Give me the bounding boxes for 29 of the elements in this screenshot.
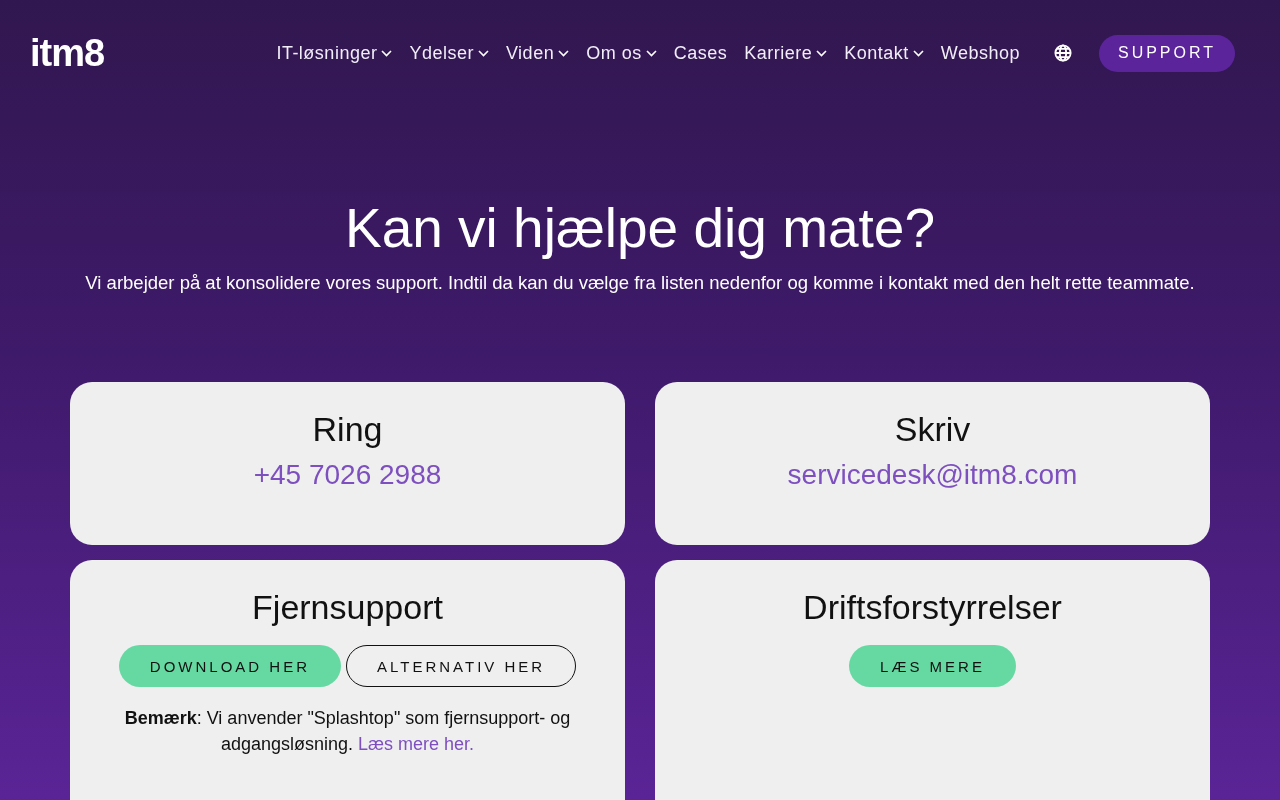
chevron-down-icon	[477, 49, 489, 57]
contact-link[interactable]: servicedesk@itm8.com	[787, 459, 1078, 491]
subtitle: Vi arbejder på at konsolidere vores support. Indtil da kan du vælge fra listen nedenfor og komme i kontakt med den helt rette teammate.	[84, 272, 1196, 294]
chevron-down-icon	[381, 49, 393, 57]
nav-link[interactable]: Ydelser	[409, 42, 489, 64]
card-title: Ring	[311, 409, 384, 450]
nav-link[interactable]: Kontakt	[844, 42, 924, 64]
chevron-down-icon	[645, 49, 657, 57]
chevron-down-icon	[816, 49, 828, 57]
card-title: Fjernsupport	[251, 587, 444, 628]
note-text: Bemærk: Vi anvender "Splashtop" som fjernsupport- og adgangsløsning. Læs mere her.	[123, 707, 572, 756]
nav-link[interactable]: Cases	[673, 42, 728, 64]
chevron-down-icon	[912, 49, 924, 57]
nav-link[interactable]: IT-løsninger	[276, 42, 393, 64]
nav-link[interactable]: Viden	[505, 42, 570, 64]
card-title: Driftsforstyrrelser	[802, 587, 1063, 628]
logo[interactable]: itm8	[30, 34, 105, 72]
nav-link[interactable]: Webshop	[940, 42, 1020, 64]
globe-icon[interactable]	[1054, 44, 1072, 62]
contact-link[interactable]: +45 7026 2988	[253, 459, 442, 491]
page-title: Kan vi hjælpe dig mate?	[343, 196, 937, 260]
nav-link[interactable]: Karriere	[744, 42, 828, 64]
action-button[interactable]: LÆS MERE	[849, 645, 1016, 687]
support-button[interactable]: SUPPORT	[1099, 34, 1235, 72]
nav-link[interactable]: Om os	[586, 42, 657, 64]
read-more-link[interactable]: Læs mere her.	[358, 734, 475, 754]
action-button[interactable]: DOWNLOAD HER	[118, 645, 341, 687]
chevron-down-icon	[558, 49, 570, 57]
card-title: Skriv	[893, 409, 972, 450]
